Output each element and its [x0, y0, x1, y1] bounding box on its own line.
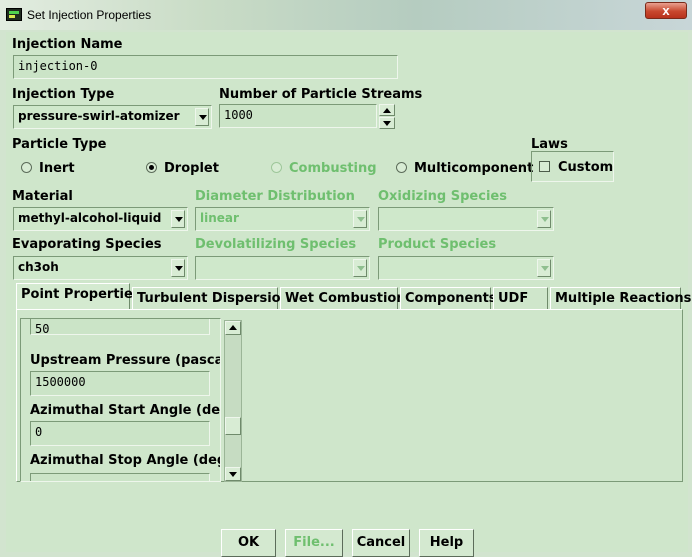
radio-inert-label: Inert [39, 161, 75, 176]
radio-droplet[interactable]: Droplet [146, 161, 219, 176]
oxidizing-species-dropdown [378, 207, 554, 231]
point-properties-scroll-area[interactable]: 50 Upstream Pressure (pascal) 1500000 Az… [20, 318, 221, 482]
chevron-down-icon [537, 210, 551, 228]
dialog-body: Injection Name injection-0 Injection Typ… [6, 32, 691, 557]
chevron-down-icon[interactable] [171, 259, 185, 277]
tab-multiple-reactions[interactable]: Multiple Reactions [550, 287, 691, 309]
close-button[interactable]: x [645, 2, 687, 19]
radio-combusting: Combusting [271, 161, 377, 176]
fluent-app-icon [6, 8, 22, 21]
evaporating-species-value: ch3oh [18, 260, 59, 274]
injection-type-dropdown[interactable]: pressure-swirl-atomizer [13, 105, 212, 129]
diameter-distribution-value: linear [200, 211, 239, 225]
scroll-up-icon[interactable] [225, 321, 241, 335]
product-species-dropdown [378, 256, 554, 280]
checkbox-icon [539, 161, 550, 172]
diameter-distribution-dropdown: linear [195, 207, 370, 231]
radio-combusting-label: Combusting [289, 161, 377, 176]
laws-label: Laws [531, 137, 568, 152]
custom-checkbox[interactable]: Custom [539, 160, 613, 175]
ok-button[interactable]: OK [221, 529, 276, 557]
scrollbar-thumb[interactable] [225, 417, 241, 435]
scroll-down-icon[interactable] [225, 467, 241, 481]
devolatilizing-species-label: Devolatilizing Species [195, 237, 357, 252]
injection-name-label: Injection Name [12, 37, 123, 52]
material-value: methyl-alcohol-liquid [18, 211, 162, 225]
radio-multicomponent-label: Multicomponent [414, 161, 534, 176]
file-button: File... [285, 529, 343, 557]
particle-streams-label: Number of Particle Streams [219, 87, 423, 102]
radio-inert[interactable]: Inert [21, 161, 75, 176]
spin-down-icon[interactable] [379, 117, 395, 129]
tab-udf[interactable]: UDF [493, 287, 548, 309]
chevron-down-icon [353, 210, 367, 228]
diameter-distribution-label: Diameter Distribution [195, 189, 355, 204]
chevron-down-icon[interactable] [195, 108, 209, 126]
chevron-down-icon [537, 259, 551, 277]
spin-up-icon[interactable] [379, 104, 395, 116]
custom-checkbox-label: Custom [558, 160, 614, 175]
particle-type-label: Particle Type [12, 137, 107, 152]
tab-components[interactable]: Components [400, 287, 497, 309]
radio-icon [21, 162, 32, 173]
chevron-down-icon[interactable] [171, 210, 185, 228]
azimuthal-start-input[interactable]: 0 [30, 421, 210, 446]
cancel-button[interactable]: Cancel [352, 529, 410, 557]
injection-name-input[interactable]: injection-0 [13, 55, 398, 79]
particle-streams-input[interactable]: 1000 [219, 104, 377, 128]
radio-icon [396, 162, 407, 173]
evaporating-species-dropdown[interactable]: ch3oh [13, 256, 188, 280]
laws-group: Custom [531, 151, 614, 182]
oxidizing-species-label: Oxidizing Species [378, 189, 507, 204]
product-species-label: Product Species [378, 237, 497, 252]
injection-type-label: Injection Type [12, 87, 115, 102]
help-button[interactable]: Help [419, 529, 474, 557]
title-bar[interactable]: Set Injection Properties x [0, 0, 692, 30]
radio-droplet-label: Droplet [164, 161, 219, 176]
radio-multicomponent[interactable]: Multicomponent [396, 161, 533, 176]
partial-value-field[interactable]: 50 [30, 319, 210, 335]
window-title: Set Injection Properties [27, 8, 152, 22]
upstream-pressure-label: Upstream Pressure (pascal) [30, 353, 221, 368]
radio-selected-icon [146, 162, 157, 173]
azimuthal-stop-input[interactable] [30, 473, 210, 481]
vertical-scrollbar[interactable] [224, 320, 242, 482]
injection-type-value: pressure-swirl-atomizer [18, 109, 180, 123]
material-label: Material [12, 189, 73, 204]
evaporating-species-label: Evaporating Species [12, 237, 162, 252]
chevron-down-icon [353, 259, 367, 277]
tab-point-properties[interactable]: Point Properties [16, 283, 141, 310]
tab-wet-combustion[interactable]: Wet Combustion [280, 287, 406, 309]
azimuthal-stop-label: Azimuthal Stop Angle (deg) [30, 453, 221, 468]
radio-icon [271, 162, 282, 173]
upstream-pressure-input[interactable]: 1500000 [30, 371, 210, 396]
azimuthal-start-label: Azimuthal Start Angle (deg) [30, 403, 221, 418]
devolatilizing-species-dropdown [195, 256, 370, 280]
material-dropdown[interactable]: methyl-alcohol-liquid [13, 207, 188, 231]
tab-turbulent-dispersion[interactable]: Turbulent Dispersion [132, 287, 290, 309]
